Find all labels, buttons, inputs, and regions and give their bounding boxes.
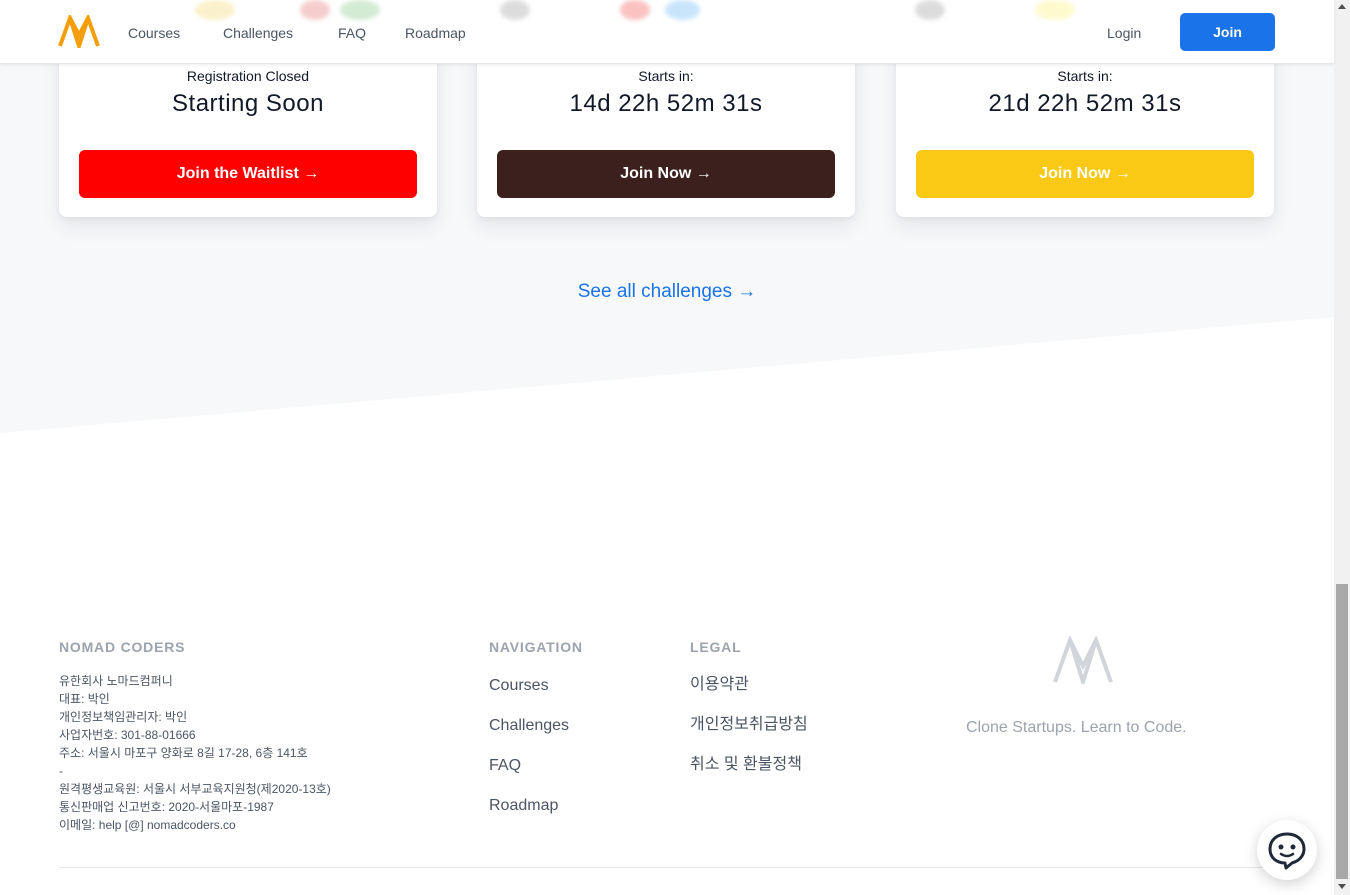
footer-link-terms[interactable]: 이용약관 — [690, 676, 749, 694]
nomad-logo-icon[interactable] — [58, 15, 100, 48]
footer-link-challenges[interactable]: Challenges — [489, 717, 569, 735]
footer-link-faq[interactable]: FAQ — [489, 757, 521, 775]
chat-icon — [1268, 832, 1306, 870]
company-info-line: - — [59, 764, 63, 778]
thumbnail-peek — [665, 0, 700, 20]
company-info-line: 유한회사 노마드컴퍼니 — [59, 674, 173, 688]
page: Registration Closed Starting Soon Join t… — [0, 0, 1350, 895]
nav-faq[interactable]: FAQ — [338, 24, 366, 42]
join-now-button[interactable]: Join Now → — [916, 150, 1254, 198]
footer-link-privacy[interactable]: 개인정보취급방침 — [690, 716, 808, 734]
company-info-line: 사업자번호: 301-88-01666 — [59, 728, 196, 742]
footer-navigation-heading: NAVIGATION — [489, 639, 583, 655]
chat-widget-button[interactable] — [1257, 820, 1317, 880]
see-all-challenges-link[interactable]: See all challenges → — [0, 281, 1334, 303]
thumbnail-peek — [500, 0, 530, 20]
company-info-line: 개인정보책임관리자: 박인 — [59, 710, 188, 724]
footer-legal-heading: LEGAL — [690, 639, 742, 655]
footer-tagline: Clone Startups. Learn to Code. — [966, 719, 1187, 736]
company-info-line: 이메일: help [@] nomadcoders.co — [59, 818, 236, 832]
join-waitlist-button[interactable]: Join the Waitlist → — [79, 150, 417, 198]
footer-logo-icon — [1053, 636, 1113, 684]
thumbnail-peek — [300, 0, 330, 20]
thumbnail-peek — [340, 0, 380, 20]
company-info-line: 통신판매업 신고번호: 2020-서울마포-1987 — [59, 800, 274, 814]
card-status-label: Registration Closed — [186, 68, 310, 84]
card-status-label: Starts in: — [1057, 68, 1113, 84]
footer-divider — [59, 867, 1275, 868]
nav-roadmap[interactable]: Roadmap — [405, 24, 466, 42]
company-info-line: 원격평생교육원: 서울시 서부교육지원청(제2020-13호) — [59, 782, 331, 796]
nav-courses[interactable]: Courses — [128, 24, 180, 42]
thumbnail-peek — [915, 0, 945, 20]
join-now-button[interactable]: Join Now → — [497, 150, 835, 198]
card-countdown: 14d 22h 52m 31s — [569, 90, 763, 117]
join-button[interactable]: Join — [1180, 13, 1275, 51]
footer-link-refund[interactable]: 취소 및 환불정책 — [690, 756, 802, 774]
scroll-up-arrow-icon[interactable] — [1338, 4, 1346, 9]
login-link[interactable]: Login — [1107, 24, 1141, 42]
site-header: Courses Challenges FAQ Roadmap Login Joi… — [0, 0, 1334, 64]
card-status-label: Starts in: — [638, 68, 694, 84]
thumbnail-peek — [1035, 0, 1075, 20]
footer-link-roadmap[interactable]: Roadmap — [489, 797, 558, 815]
card-countdown: 21d 22h 52m 31s — [988, 90, 1182, 117]
thumbnail-peek — [620, 0, 650, 20]
scroll-down-arrow-icon[interactable] — [1338, 884, 1346, 889]
thumbnail-peek — [195, 0, 235, 20]
company-info-line: 대표: 박인 — [59, 692, 110, 706]
footer-link-courses[interactable]: Courses — [489, 677, 549, 695]
card-countdown: Starting Soon — [172, 90, 324, 117]
footer-company-heading: NOMAD CODERS — [59, 639, 186, 655]
scrollbar-thumb[interactable] — [1336, 584, 1348, 879]
company-info-line: 주소: 서울시 마포구 양화로 8길 17-28, 6층 141호 — [59, 746, 308, 760]
nav-challenges[interactable]: Challenges — [223, 24, 293, 42]
